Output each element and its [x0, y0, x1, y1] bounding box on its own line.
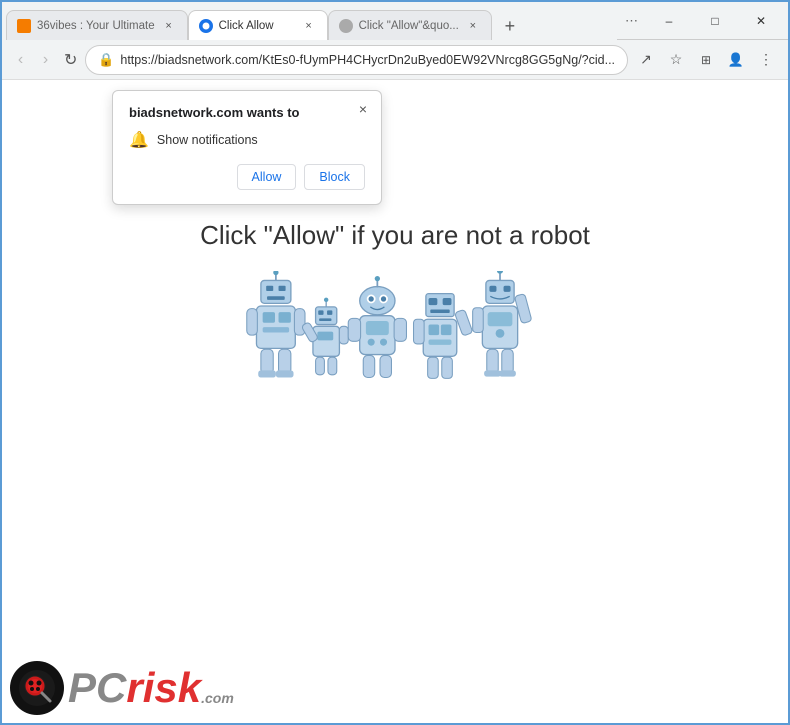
tab-favicon-click-allow [199, 19, 213, 33]
popup-title: biadsnetwork.com wants to [129, 105, 365, 120]
robots-svg [245, 271, 545, 401]
url-text: https://biadsnetwork.com/KtEs0-fUymPH4CH… [120, 53, 615, 67]
navigation-bar: ‹ › ↻ 🔒 https://biadsnetwork.com/KtEs0-f… [2, 40, 788, 80]
pcrisk-pc-text: PC [68, 667, 126, 709]
pcrisk-dotcom-text: .com [201, 691, 234, 705]
browser-window: 36vibes : Your Ultimate × Click Allow × … [0, 0, 790, 725]
pcrisk-brand: PC risk .com [68, 667, 234, 709]
pcrisk-risk-text: risk [126, 667, 201, 709]
bell-icon: 🔔 [129, 130, 149, 150]
menu-button[interactable]: ⋮ [752, 46, 780, 74]
tab-36vibes[interactable]: 36vibes : Your Ultimate × [6, 10, 188, 40]
window-minimize-button[interactable]: – [646, 3, 692, 39]
address-bar[interactable]: 🔒 https://biadsnetwork.com/KtEs0-fUymPH4… [85, 45, 628, 75]
share-button[interactable]: ↗ [632, 46, 660, 74]
share-icon: ↗ [640, 51, 652, 68]
menu-icon: ⋮ [759, 51, 773, 68]
allow-button[interactable]: Allow [237, 164, 297, 190]
main-page-text: Click "Allow" if you are not a robot [2, 220, 788, 251]
back-button[interactable]: ‹ [10, 45, 31, 75]
tab-strip-menu[interactable]: ⋯ [621, 11, 642, 31]
tab-title-click-allow: Click Allow [219, 20, 295, 32]
window-maximize-button[interactable]: □ [692, 3, 738, 39]
tab-click-allow[interactable]: Click Allow × [188, 10, 328, 40]
pcrisk-watermark: PC risk .com [10, 661, 234, 715]
refresh-button[interactable]: ↻ [60, 45, 81, 75]
popup-permission-text: Show notifications [157, 133, 258, 147]
pcrisk-text-block: PC risk .com [68, 667, 234, 709]
window-close-button[interactable]: ✕ [738, 3, 784, 39]
tab-favicon-click-allow-quot [339, 19, 353, 33]
tab-favicon-36vibes [17, 19, 31, 33]
extensions-button[interactable]: ⊞ [692, 46, 720, 74]
tab-close-click-allow-quot[interactable]: × [465, 18, 481, 34]
notification-popup: × biadsnetwork.com wants to 🔔 Show notif… [112, 90, 382, 205]
block-button[interactable]: Block [304, 164, 365, 190]
forward-button[interactable]: › [35, 45, 56, 75]
robots-illustration [2, 271, 788, 401]
popup-permission-row: 🔔 Show notifications [129, 130, 365, 150]
tab-title-36vibes: 36vibes : Your Ultimate [37, 20, 155, 32]
extensions-icon: ⊞ [701, 53, 711, 67]
profile-icon: 👤 [728, 52, 744, 68]
star-icon: ☆ [670, 51, 683, 68]
pcrisk-logo-svg [18, 669, 56, 707]
refresh-icon: ↻ [64, 50, 77, 70]
back-icon: ‹ [18, 51, 23, 69]
popup-close-button[interactable]: × [353, 99, 373, 119]
tab-close-click-allow[interactable]: × [301, 18, 317, 34]
nav-actions: ↗ ☆ ⊞ 👤 ⋮ [632, 46, 780, 74]
profile-button[interactable]: 👤 [722, 46, 750, 74]
pcrisk-logo-circle [10, 661, 64, 715]
new-tab-button[interactable]: + [496, 12, 524, 40]
page-content: × biadsnetwork.com wants to 🔔 Show notif… [2, 80, 788, 723]
tab-close-36vibes[interactable]: × [161, 18, 177, 34]
forward-icon: › [43, 51, 48, 69]
bookmark-button[interactable]: ☆ [662, 46, 690, 74]
tab-click-allow-quot[interactable]: Click "Allow"&quo... × [328, 10, 492, 40]
tab-title-click-allow-quot: Click "Allow"&quo... [359, 20, 459, 32]
lock-icon: 🔒 [98, 52, 114, 68]
popup-buttons: Allow Block [129, 164, 365, 190]
